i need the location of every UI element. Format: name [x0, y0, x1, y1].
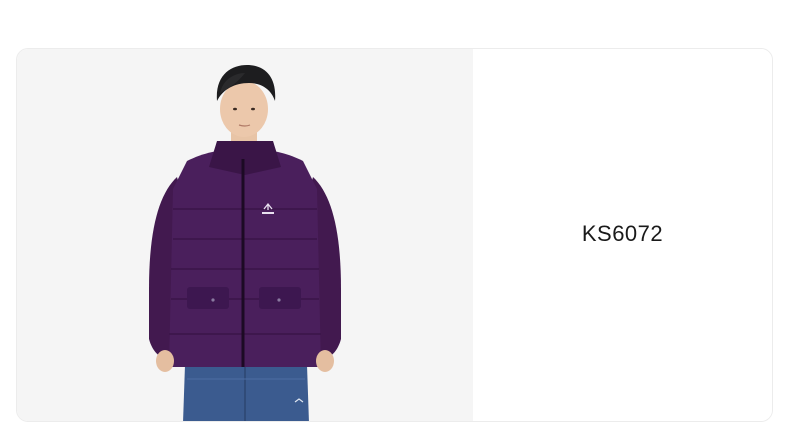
product-photo-illustration: [149, 65, 341, 421]
product-card[interactable]: KS6072: [16, 48, 773, 422]
product-code: KS6072: [581, 221, 664, 246]
product-image[interactable]: [17, 49, 473, 421]
jeans: [183, 365, 309, 421]
right-hand: [316, 350, 334, 372]
left-hand: [156, 350, 174, 372]
jacket: [149, 141, 341, 367]
product-info: KS6072: [473, 49, 772, 421]
page: KS6072: [0, 0, 790, 423]
head: [216, 65, 276, 137]
